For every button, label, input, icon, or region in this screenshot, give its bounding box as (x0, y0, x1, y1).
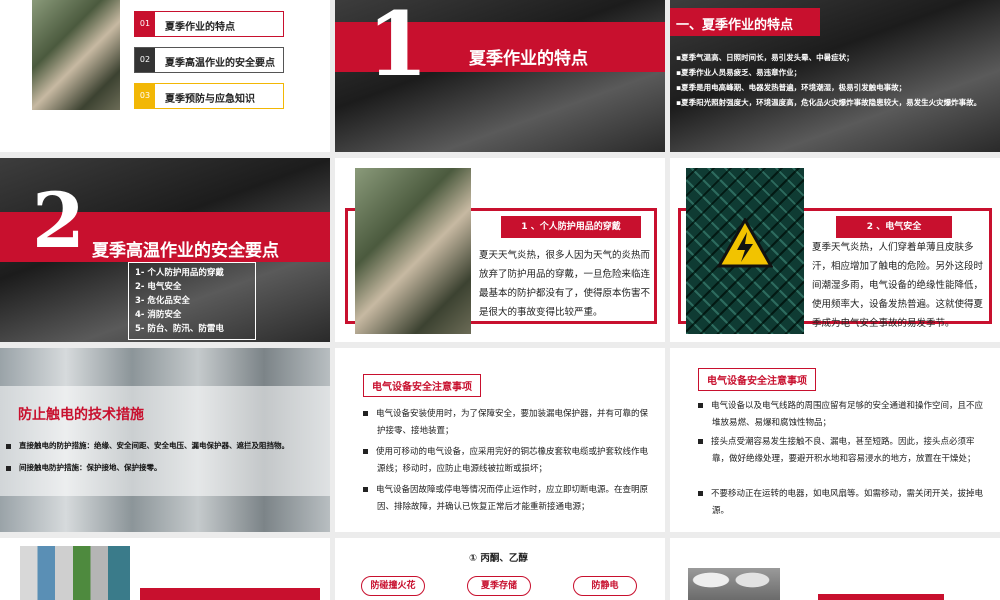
slide-features[interactable]: 一、夏季作业的特点 ▪夏季气温高、日照时间长，易引发头晕、中暑症状； ▪夏季作业… (670, 0, 1000, 152)
chem-heading: ① 丙酮、乙醇 (469, 553, 528, 564)
features-line-3: ▪夏季是用电高峰期、电器发热普遍，环境潮湿，极易引发触电事故； (676, 83, 907, 92)
chem-pill-1: 防碰撞火花 (361, 576, 425, 596)
notes1-item-2: 使用可移动的电气设备，应采用完好的铜芯橡皮套软电缆或护套软线作电源线；移动时，应… (363, 444, 649, 478)
section-2-title: 夏季高温作业的安全要点 (92, 241, 279, 261)
toc-num-3: 03 (135, 84, 155, 108)
slide-elec-notes-2[interactable]: 电气设备安全注意事项 电气设备以及电气线路的周围应留有足够的安全通道和操作空间，… (670, 348, 1000, 532)
section-2-list: 1- 个人防护用品的穿戴 2- 电气安全 3- 危化品安全 4- 消防安全 5-… (128, 262, 256, 340)
slide-section-2[interactable]: 2 夏季高温作业的安全要点 1- 个人防护用品的穿戴 2- 电气安全 3- 危化… (0, 158, 330, 342)
section-1-title: 夏季作业的特点 (469, 49, 588, 69)
barrels-red-bar (818, 594, 944, 600)
ppe-text: 夏天天气炎热，很多人因为天气的炎热而放弃了防护用品的穿戴，一旦危险来临连最基本的… (479, 250, 651, 318)
toc-item-1[interactable]: 01 夏季作业的特点 (134, 11, 284, 37)
slide-elec-notes-1[interactable]: 电气设备安全注意事项 电气设备安装使用时，为了保障安全，要加装漏电保护器，并有可… (335, 348, 665, 532)
notes1-item-1: 电气设备安装使用时，为了保障安全，要加装漏电保护器，并有可靠的保护接零、接地装置… (363, 406, 649, 440)
section-2-item-1: 1- 个人防护用品的穿戴 (135, 268, 224, 278)
ppe-soldier-photo (355, 168, 471, 334)
toc-label-1: 夏季作业的特点 (165, 22, 235, 33)
features-heading: 一、夏季作业的特点 (676, 18, 794, 33)
elec-tag: 2 、电气安全 (836, 216, 952, 238)
section-2-item-3: 3- 危化品安全 (135, 296, 190, 306)
barrels-photo (688, 568, 780, 600)
toc-num-1: 01 (135, 12, 155, 36)
features-line-2: ▪夏季作业人员易疲乏、易违章作业； (676, 68, 802, 77)
notes2-item-2: 接头点受潮容易发生接触不良、漏电，甚至短路。因此，接头点必须牢靠，做好绝缘处理，… (698, 434, 986, 468)
features-line-1: ▪夏季气温高、日照时间长，易引发头晕、中暑症状； (676, 53, 854, 62)
notes1-title: 电气设备安全注意事项 (363, 374, 481, 397)
slide-chemicals[interactable]: ① 丙酮、乙醇 防碰撞火花 夏季存储 防静电 (335, 538, 665, 600)
chem-pill-2: 夏季存储 (467, 576, 531, 596)
toc-item-3[interactable]: 03 夏季预防与应急知识 (134, 83, 284, 109)
toc-label-2: 夏季高温作业的安全要点 (165, 58, 275, 69)
ppe-tag: 1 、个人防护用品的穿戴 (501, 216, 641, 238)
elec-text: 夏季天气炎热，人们穿着单薄且皮肤多汗，相应增加了触电的危险。另外这段时间潮湿多雨… (812, 242, 984, 329)
toc-item-2[interactable]: 02 夏季高温作业的安全要点 (134, 47, 284, 73)
high-voltage-warning-icon (717, 218, 773, 268)
chem-pill-3: 防静电 (573, 576, 637, 596)
slide-barrels[interactable] (670, 538, 1000, 600)
slide-gas-cylinders[interactable] (0, 538, 330, 600)
slide-ppe[interactable]: 1 、个人防护用品的穿戴 夏天天气炎热，很多人因为天气的炎热而放弃了防护用品的穿… (335, 158, 665, 342)
section-2-number: 2 (32, 176, 85, 265)
section-1-number: 1 (367, 0, 429, 96)
cylinders-red-bar (140, 588, 320, 600)
cylinders-photo (20, 546, 130, 600)
features-line-4: ▪夏季阳光照射强度大，环境温度高，危化品火灾爆炸事故隐患较大，易发生火灾爆炸事故… (676, 98, 982, 107)
notes2-item-3: 不要移动正在运转的电器，如电风扇等。如需移动，需关闭开关，拔掉电源。 (698, 486, 986, 520)
notes2-title: 电气设备安全注意事项 (698, 368, 816, 391)
slide-anti-shock[interactable]: 防止触电的技术措施 直接触电的防护措施：绝缘、安全间距、安全电压、漏电保护器、遮… (0, 348, 330, 532)
toc-num-2: 02 (135, 48, 155, 72)
slide-toc[interactable]: 01 夏季作业的特点 02 夏季高温作业的安全要点 03 夏季预防与应急知识 (0, 0, 330, 152)
slide-electrical[interactable]: 2 、电气安全 夏季天气炎热，人们穿着单薄且皮肤多汗，相应增加了触电的危险。另外… (670, 158, 1000, 342)
notes2-item-1: 电气设备以及电气线路的周围应留有足够的安全通道和操作空间，且不应堆放易燃、易爆和… (698, 398, 986, 432)
toc-label-3: 夏季预防与应急知识 (165, 94, 255, 105)
slide-section-1[interactable]: 1 夏季作业的特点 (335, 0, 665, 152)
features-list: ▪夏季气温高、日照时间长，易引发头晕、中暑症状； ▪夏季作业人员易疲乏、易违章作… (676, 50, 996, 110)
soldier-photo (32, 0, 120, 110)
anti-line-1: 直接触电的防护措施：绝缘、安全间距、安全电压、漏电保护器、遮拦及阻挡物。 (6, 440, 289, 451)
fence-photo (686, 168, 804, 334)
section-2-item-4: 4- 消防安全 (135, 310, 182, 320)
notes1-item-3: 电气设备因故障或停电等情况而停止运作时，应立即切断电源。在查明原因、排除故障，并… (363, 482, 649, 516)
section-2-item-5: 5- 防台、防汛、防雷电 (135, 324, 224, 334)
anti-title: 防止触电的技术措施 (18, 407, 144, 423)
anti-line-2: 间接触电防护措施：保护接地、保护接零。 (6, 462, 162, 473)
section-2-item-2: 2- 电气安全 (135, 282, 182, 292)
